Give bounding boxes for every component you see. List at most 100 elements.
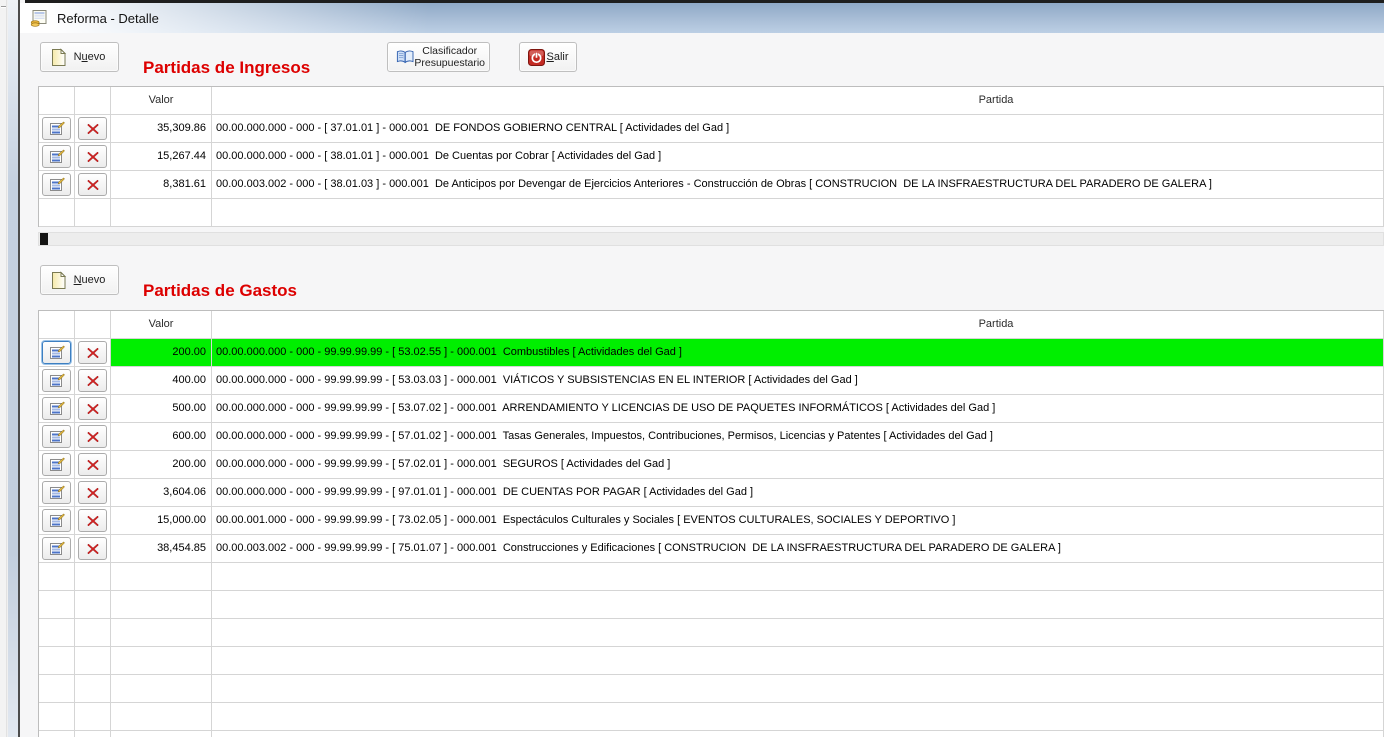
salir-button[interactable]: Salir <box>519 42 577 72</box>
empty-cell <box>212 199 1384 227</box>
row-valor[interactable]: 200.00 <box>111 451 212 479</box>
scrollbar-thumb[interactable] <box>40 233 48 245</box>
column-header-partida[interactable]: Partida <box>212 311 1384 339</box>
row-partida[interactable]: 00.00.000.000 - 000 - 99.99.99.99 - [ 53… <box>212 339 1384 367</box>
edit-row-button[interactable] <box>42 425 71 448</box>
splitter-handle[interactable] <box>1 6 6 8</box>
table-row[interactable]: 200.00 00.00.000.000 - 000 - 99.99.99.99… <box>39 451 1384 479</box>
row-edit-cell <box>39 535 75 563</box>
row-partida[interactable]: 00.00.000.000 - 000 - [ 38.01.01 ] - 000… <box>212 143 1384 171</box>
row-edit-cell <box>39 423 75 451</box>
delete-row-button[interactable] <box>78 397 107 420</box>
table-row-empty[interactable] <box>39 591 1384 619</box>
table-row[interactable]: 35,309.86 00.00.000.000 - 000 - [ 37.01.… <box>39 115 1384 143</box>
empty-cell <box>75 591 111 619</box>
table-row[interactable]: 200.00 00.00.000.000 - 000 - 99.99.99.99… <box>39 339 1384 367</box>
row-partida[interactable]: 00.00.000.000 - 000 - [ 37.01.01 ] - 000… <box>212 115 1384 143</box>
delete-row-button[interactable] <box>78 145 107 168</box>
column-header-valor[interactable]: Valor <box>111 311 212 339</box>
empty-cell <box>212 731 1384 737</box>
edit-row-button[interactable] <box>42 369 71 392</box>
table-row[interactable]: 500.00 00.00.000.000 - 000 - 99.99.99.99… <box>39 395 1384 423</box>
delete-row-button[interactable] <box>78 481 107 504</box>
empty-cell <box>75 199 111 227</box>
row-partida[interactable]: 00.00.000.000 - 000 - 99.99.99.99 - [ 53… <box>212 395 1384 423</box>
header-edit-column <box>39 311 75 339</box>
delete-row-button[interactable] <box>78 341 107 364</box>
row-partida[interactable]: 00.00.000.000 - 000 - 99.99.99.99 - [ 57… <box>212 423 1384 451</box>
row-delete-cell <box>75 451 111 479</box>
row-valor[interactable]: 15,267.44 <box>111 143 212 171</box>
row-delete-cell <box>75 507 111 535</box>
clasificador-button-label: Clasificador Presupuestario <box>414 45 485 69</box>
row-partida[interactable]: 00.00.001.000 - 000 - 99.99.99.99 - [ 73… <box>212 507 1384 535</box>
table-row[interactable]: 600.00 00.00.000.000 - 000 - 99.99.99.99… <box>39 423 1384 451</box>
edit-row-button[interactable] <box>42 537 71 560</box>
table-row[interactable]: 38,454.85 00.00.003.002 - 000 - 99.99.99… <box>39 535 1384 563</box>
column-header-partida[interactable]: Partida <box>212 87 1384 115</box>
table-row-empty[interactable] <box>39 675 1384 703</box>
empty-cell <box>212 591 1384 619</box>
empty-cell <box>111 647 212 675</box>
row-partida[interactable]: 00.00.003.002 - 000 - 99.99.99.99 - [ 75… <box>212 535 1384 563</box>
delete-row-button[interactable] <box>78 173 107 196</box>
row-valor[interactable]: 15,000.00 <box>111 507 212 535</box>
nuevo-ingreso-button[interactable]: Nuevo <box>40 42 119 72</box>
row-delete-cell <box>75 339 111 367</box>
form-coins-icon <box>30 9 48 27</box>
row-partida[interactable]: 00.00.003.002 - 000 - [ 38.01.03 ] - 000… <box>212 171 1384 199</box>
row-valor[interactable]: 8,381.61 <box>111 171 212 199</box>
row-valor[interactable]: 35,309.86 <box>111 115 212 143</box>
delete-row-button[interactable] <box>78 453 107 476</box>
table-row-empty[interactable] <box>39 619 1384 647</box>
edit-row-button[interactable] <box>42 481 71 504</box>
row-delete-cell <box>75 143 111 171</box>
delete-row-button[interactable] <box>78 117 107 140</box>
table-row[interactable]: 3,604.06 00.00.000.000 - 000 - 99.99.99.… <box>39 479 1384 507</box>
row-partida[interactable]: 00.00.000.000 - 000 - 99.99.99.99 - [ 97… <box>212 479 1384 507</box>
edit-row-button[interactable] <box>42 341 71 364</box>
row-partida[interactable]: 00.00.000.000 - 000 - 99.99.99.99 - [ 53… <box>212 367 1384 395</box>
clasificador-presupuestario-button[interactable]: Clasificador Presupuestario <box>387 42 490 72</box>
edit-row-button[interactable] <box>42 397 71 420</box>
table-row-empty[interactable] <box>39 703 1384 731</box>
delete-row-button[interactable] <box>78 369 107 392</box>
horizontal-scrollbar[interactable] <box>38 232 1384 246</box>
edit-row-button[interactable] <box>42 173 71 196</box>
table-row[interactable]: 15,267.44 00.00.000.000 - 000 - [ 38.01.… <box>39 143 1384 171</box>
table-row-empty[interactable] <box>39 731 1384 737</box>
column-header-valor[interactable]: Valor <box>111 87 212 115</box>
table-row[interactable]: 400.00 00.00.000.000 - 000 - 99.99.99.99… <box>39 367 1384 395</box>
edit-icon <box>49 345 65 361</box>
window-title: Reforma - Detalle <box>57 11 159 26</box>
row-valor[interactable]: 500.00 <box>111 395 212 423</box>
row-valor[interactable]: 400.00 <box>111 367 212 395</box>
row-delete-cell <box>75 367 111 395</box>
ingresos-header-row: Valor Partida <box>39 87 1384 115</box>
delete-row-button[interactable] <box>78 425 107 448</box>
row-valor[interactable]: 200.00 <box>111 339 212 367</box>
delete-row-button[interactable] <box>78 509 107 532</box>
edit-row-button[interactable] <box>42 509 71 532</box>
row-valor[interactable]: 600.00 <box>111 423 212 451</box>
nuevo-gasto-button[interactable]: Nuevo <box>40 265 119 295</box>
edit-row-button[interactable] <box>42 453 71 476</box>
row-edit-cell <box>39 115 75 143</box>
row-valor[interactable]: 38,454.85 <box>111 535 212 563</box>
outer-panel-strip <box>0 0 7 737</box>
table-row-empty[interactable] <box>39 647 1384 675</box>
nuevo-button-label: Nuevo <box>67 51 112 63</box>
table-row-empty[interactable] <box>39 199 1384 227</box>
empty-cell <box>212 703 1384 731</box>
table-row-empty[interactable] <box>39 563 1384 591</box>
row-edit-cell <box>39 367 75 395</box>
row-partida[interactable]: 00.00.000.000 - 000 - 99.99.99.99 - [ 57… <box>212 451 1384 479</box>
ingresos-table: Valor Partida <box>38 86 1384 227</box>
edit-row-button[interactable] <box>42 117 71 140</box>
edit-row-button[interactable] <box>42 145 71 168</box>
table-row[interactable]: 8,381.61 00.00.003.002 - 000 - [ 38.01.0… <box>39 171 1384 199</box>
table-row[interactable]: 15,000.00 00.00.001.000 - 000 - 99.99.99… <box>39 507 1384 535</box>
edit-icon <box>49 429 65 445</box>
delete-row-button[interactable] <box>78 537 107 560</box>
row-valor[interactable]: 3,604.06 <box>111 479 212 507</box>
